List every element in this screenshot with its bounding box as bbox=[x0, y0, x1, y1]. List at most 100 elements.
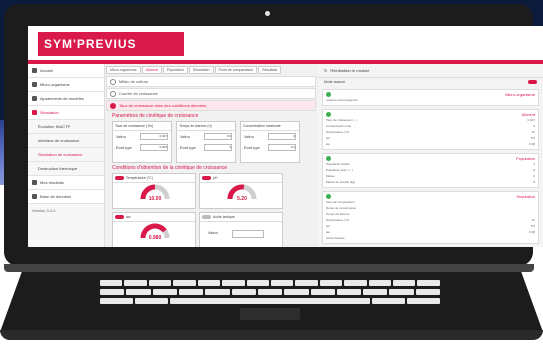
laptop-hinge bbox=[4, 264, 534, 272]
webcam-icon bbox=[265, 11, 270, 16]
sidebar-subitem-thermal[interactable]: Destruction thermique bbox=[28, 162, 104, 176]
summary-block-title: Aliment bbox=[521, 112, 535, 117]
breadcrumb-results[interactable]: Résultats bbox=[258, 66, 282, 74]
option-growth-curve[interactable]: Courbe de croissance bbox=[106, 88, 316, 99]
param-label: Écart type bbox=[180, 145, 196, 150]
option-label: Milieu de culture bbox=[119, 79, 149, 84]
advanced-mode-label: Mode avancé bbox=[324, 80, 346, 84]
sidebar-item-simulation[interactable]: Simulation bbox=[28, 106, 104, 120]
param-label: Écart type bbox=[244, 145, 260, 150]
results-icon bbox=[32, 180, 37, 185]
sidebar-item-label: Destruction thermique bbox=[38, 166, 78, 171]
summary-key: Taux de croissance (...) bbox=[326, 118, 358, 122]
summary-key: Acide lactique bbox=[326, 236, 345, 240]
summary-key: Durée de conservation bbox=[326, 206, 357, 210]
lag-time-value-input[interactable]: 0.9 bbox=[204, 133, 232, 140]
chart-icon bbox=[32, 96, 37, 101]
breadcrumb-simulation[interactable]: Simulation bbox=[188, 66, 214, 74]
sidebar: Accueil Micro-organisme Ajustements de m… bbox=[28, 64, 105, 247]
param-header: Temps de latence (h) bbox=[177, 122, 235, 131]
breadcrumb-microorganism[interactable]: Micro-organisme bbox=[106, 66, 141, 74]
breadcrumb: Micro-organisme Aliment Population Simul… bbox=[106, 66, 316, 74]
growth-rate-value-input[interactable]: 0.037 bbox=[140, 133, 168, 140]
trackpad bbox=[240, 308, 300, 320]
sidebar-item-database[interactable]: Base de données bbox=[28, 190, 104, 204]
sidebar-item-model-fit[interactable]: Ajustements de modèles bbox=[28, 92, 104, 106]
lactic-acid-input[interactable] bbox=[232, 230, 264, 238]
laptop-edge bbox=[0, 330, 543, 340]
condition-label: aw bbox=[126, 215, 131, 219]
summary-key: Taux de comparaison bbox=[326, 200, 355, 204]
sidebar-item-microorganism[interactable]: Micro-organisme bbox=[28, 78, 104, 92]
toggle-aw[interactable] bbox=[115, 215, 124, 219]
keyboard bbox=[100, 280, 441, 304]
condition-label: Acide lactique bbox=[213, 215, 235, 219]
summary-value: 9 bbox=[533, 124, 535, 128]
summary-value: 0.98 bbox=[529, 142, 535, 146]
sidebar-subitem-growth-interface[interactable]: Interface de croissance bbox=[28, 134, 104, 148]
option-growth-rate[interactable]: Taux de croissance dans des conditions d… bbox=[106, 100, 316, 111]
summary-key: Population initiale bbox=[326, 162, 350, 166]
summary-key: Température (°C) bbox=[326, 218, 350, 222]
lag-time-sd-input[interactable]: 2 bbox=[204, 144, 232, 151]
reset-module-button[interactable]: ↻ Réinitialiser le module bbox=[318, 64, 543, 78]
sidebar-subitem-growth-simulation[interactable]: Simulation de croissance bbox=[28, 148, 104, 162]
sidebar-item-results[interactable]: Mes résultats bbox=[28, 176, 104, 190]
summary-value: 0 bbox=[533, 174, 535, 178]
summary-block-title: Micro-organisme bbox=[505, 92, 535, 97]
summary-line: Listeria monocytogenes bbox=[326, 97, 535, 103]
summary-key: Masse bbox=[326, 174, 335, 178]
summary-block: Micro-organisme Listeria monocytogenes bbox=[322, 89, 539, 106]
growth-rate-sd-input[interactable]: 0.004 bbox=[140, 144, 168, 151]
breadcrumb-food[interactable]: Aliment bbox=[141, 66, 162, 74]
condition-lactic-acid: Acide lactique Valeur bbox=[199, 212, 283, 247]
param-box-max-concentration: Concentration maximale Valeur 9 Écart typ… bbox=[240, 121, 300, 163]
app-logo[interactable]: SYM'PREVIUS bbox=[38, 32, 184, 56]
summary-key: Masse du produit (kg) bbox=[326, 180, 356, 184]
version-label: Version 3.4.0 bbox=[32, 208, 56, 213]
check-icon bbox=[326, 156, 331, 161]
condition-label: pH bbox=[213, 176, 218, 180]
summary-block-title: Simulation bbox=[516, 194, 535, 199]
sidebar-item-label: Mes résultats bbox=[40, 180, 64, 185]
radio-icon bbox=[110, 90, 116, 97]
breadcrumb-population[interactable]: Population bbox=[162, 66, 188, 74]
condition-ph: pH 5.20 bbox=[199, 173, 283, 209]
gauge-value: 10.00 bbox=[148, 196, 162, 202]
app-logo-text: SYM'PREVIUS bbox=[44, 37, 137, 51]
summary-value: 1 bbox=[533, 162, 535, 166]
summary-block: Simulation Taux de comparaison Durée de co… bbox=[322, 191, 539, 244]
check-icon bbox=[326, 194, 331, 199]
check-icon bbox=[326, 112, 331, 117]
sidebar-item-label: Ajustements de modèles bbox=[40, 96, 84, 101]
breadcrumb-comparison[interactable]: Point de comparaison bbox=[214, 66, 258, 74]
option-culture-medium[interactable]: Milieu de culture bbox=[106, 76, 316, 87]
summary-value: 10 bbox=[531, 218, 535, 222]
summary-key: aw bbox=[326, 142, 330, 146]
sidebar-item-label: Évolution INACTP bbox=[38, 124, 71, 129]
param-header: Concentration maximale bbox=[241, 122, 299, 131]
max-conc-value-input[interactable]: 9 bbox=[268, 133, 296, 140]
toggle-temperature[interactable] bbox=[115, 176, 124, 180]
app-header: SYM'PREVIUS bbox=[28, 26, 543, 60]
microbe-icon bbox=[32, 82, 37, 87]
max-conc-sd-input[interactable]: 0.4 bbox=[268, 144, 296, 151]
sidebar-item-label: Accueil bbox=[40, 68, 53, 73]
kinetic-title: Paramètres de cinétique de croissance bbox=[112, 113, 199, 119]
summary-value: 0 bbox=[533, 180, 535, 184]
condition-label: Température (°C) bbox=[126, 176, 153, 180]
sidebar-item-home[interactable]: Accueil bbox=[28, 64, 104, 78]
toggle-lactic-acid[interactable] bbox=[202, 215, 211, 219]
radio-icon bbox=[110, 78, 116, 85]
advanced-mode-toggle[interactable] bbox=[528, 80, 537, 84]
summary-panel: ↻ Réinitialiser le module Mode avancé Mic… bbox=[318, 64, 543, 247]
summary-value: 10 bbox=[531, 130, 535, 134]
sidebar-subitem-inactp[interactable]: Évolution INACTP bbox=[28, 120, 104, 134]
option-label: Taux de croissance dans des conditions d… bbox=[119, 103, 207, 108]
toggle-ph[interactable] bbox=[202, 176, 211, 180]
summary-key: Population préc. (...) bbox=[326, 168, 354, 172]
laptop-screen: SYM'PREVIUS Accueil Micro-organisme Ajus… bbox=[28, 26, 543, 247]
radio-selected-icon bbox=[110, 102, 116, 109]
summary-value: 5.2 bbox=[530, 136, 535, 140]
summary-key: pH bbox=[326, 224, 330, 228]
